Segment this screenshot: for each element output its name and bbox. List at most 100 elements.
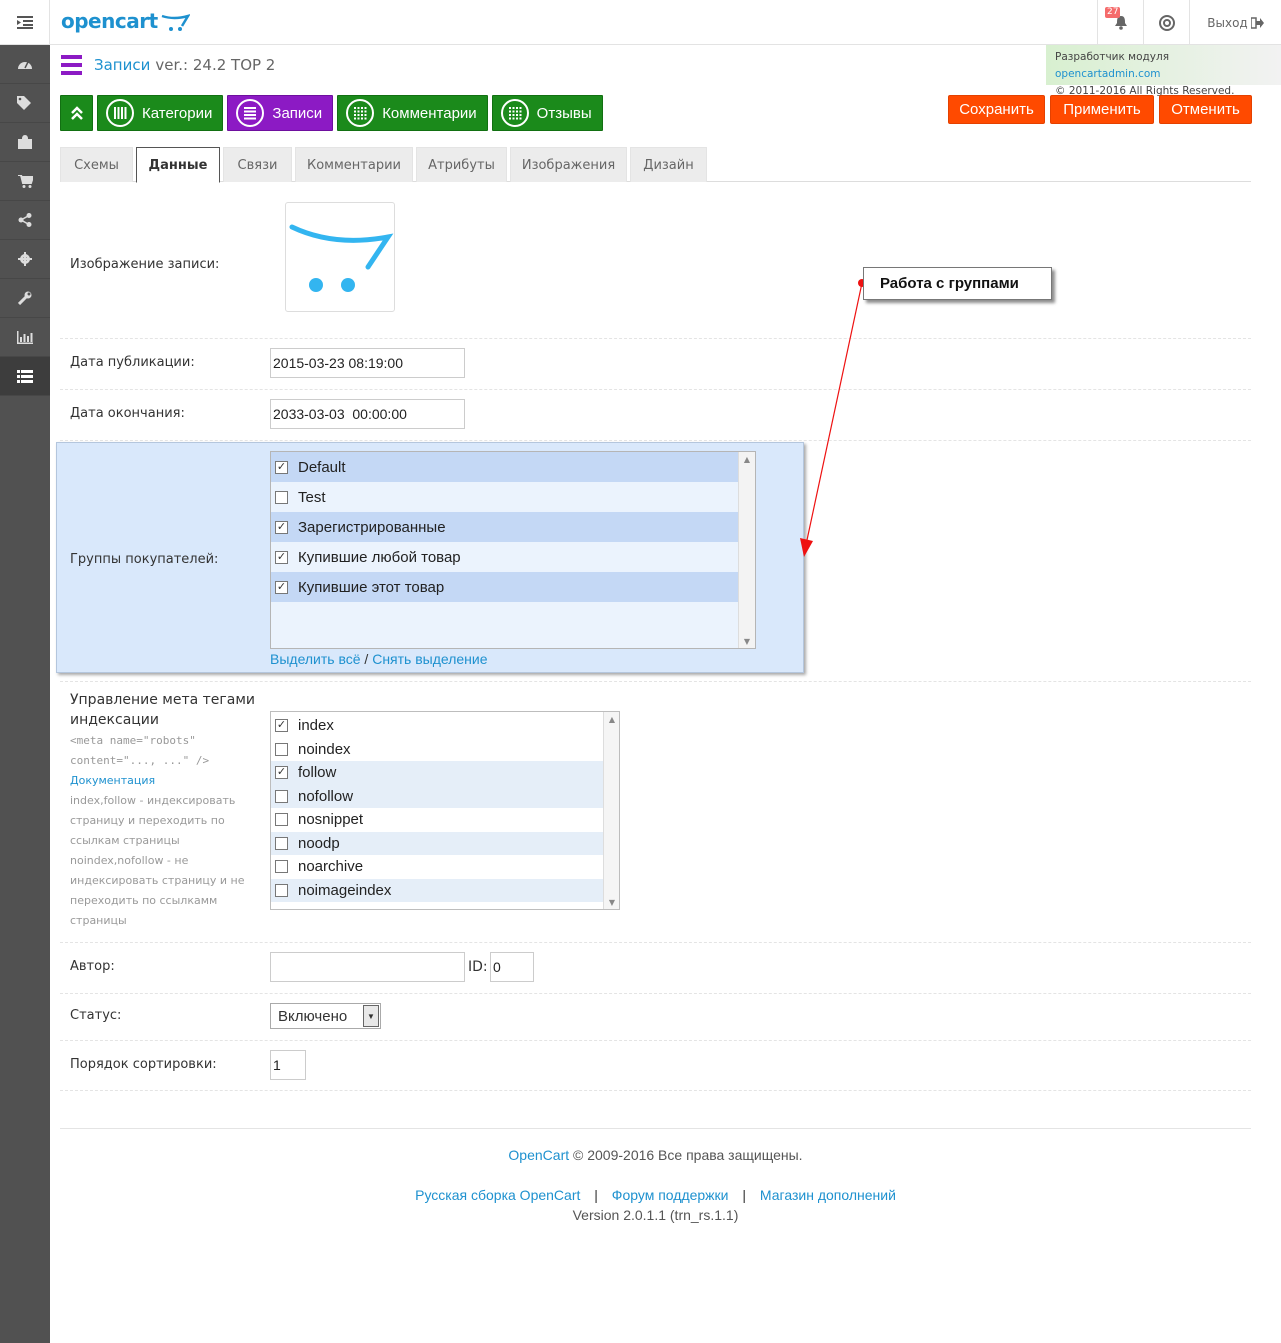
meta-checkbox[interactable]: [275, 742, 288, 756]
group-checkbox[interactable]: ✓: [275, 460, 288, 474]
sort-order-input[interactable]: 1: [270, 1050, 306, 1080]
sidebar-item-marketing[interactable]: [0, 201, 50, 240]
chevron-down-icon[interactable]: ▼: [363, 1005, 379, 1027]
hamburger-icon: [61, 55, 82, 75]
meta-checkbox[interactable]: ✓: [275, 719, 288, 733]
footer-copyright-text: © 2009-2016 Все права защищены.: [569, 1147, 803, 1163]
group-name: Купившие этот товар: [298, 578, 445, 596]
sidebar-item-tools[interactable]: [0, 279, 50, 318]
meta-tags-list[interactable]: ✓ index noindex ✓ follow nofollow nosnippe…: [270, 711, 620, 910]
scroll-up-arrow-icon[interactable]: ▲: [604, 712, 619, 726]
meta-checkbox[interactable]: ✓: [275, 766, 288, 780]
meta-item-noimageindex[interactable]: noimageindex: [271, 878, 603, 902]
meta-item-noindex[interactable]: noindex: [271, 738, 603, 762]
group-item-default[interactable]: ✓ Default: [271, 452, 739, 482]
nav-reviews-button[interactable]: Отзывы: [491, 95, 603, 131]
meta-checkbox[interactable]: [275, 860, 288, 874]
status-select[interactable]: Включено ▼: [270, 1003, 381, 1029]
tab-images[interactable]: Изображения: [510, 147, 627, 182]
sidebar-item-dashboard[interactable]: [0, 45, 50, 84]
footer-link-forum[interactable]: Форум поддержки: [612, 1187, 729, 1203]
meta-item-nosnippet[interactable]: nosnippet: [271, 808, 603, 832]
page-title-link[interactable]: Записи: [94, 56, 150, 74]
opencart-cart-image-icon: [289, 224, 394, 292]
row-divider: [60, 942, 1251, 943]
select-all-link[interactable]: Выделить всё: [270, 651, 361, 667]
nav-records-button[interactable]: Записи: [227, 95, 334, 131]
meta-documentation-link[interactable]: Документация: [70, 771, 265, 791]
apply-button[interactable]: Применить: [1050, 95, 1154, 124]
end-date-label: Дата окончания:: [70, 406, 185, 421]
meta-checkbox[interactable]: [275, 813, 288, 827]
row-divider: [60, 1040, 1251, 1041]
meta-item-index[interactable]: ✓ index: [271, 714, 603, 738]
sidebar-item-extensions[interactable]: [0, 123, 50, 162]
record-image-thumbnail[interactable]: [285, 202, 395, 312]
footer-link-russian-build[interactable]: Русская сборка OpenCart: [415, 1187, 580, 1203]
logout-button[interactable]: Выход: [1189, 0, 1281, 45]
deselect-link[interactable]: Снять выделение: [372, 651, 487, 667]
nav-records-label: Записи: [272, 104, 323, 122]
author-label: Автор:: [70, 959, 115, 974]
tab-design[interactable]: Дизайн: [630, 147, 707, 182]
sidebar-item-reports[interactable]: [0, 318, 50, 357]
scroll-down-arrow-icon[interactable]: ▼: [604, 895, 619, 909]
tab-links[interactable]: Связи: [223, 147, 292, 182]
group-item-bought-any[interactable]: ✓ Купившие любой товар: [271, 542, 739, 572]
footer-link-store[interactable]: Магазин дополнений: [760, 1187, 896, 1203]
footer-separator: |: [594, 1187, 598, 1203]
module-navigation: Категории Записи Комментарии Отзывы: [60, 95, 607, 131]
group-checkbox[interactable]: ✓: [275, 550, 288, 564]
meta-checkbox[interactable]: [275, 883, 288, 897]
customer-groups-list[interactable]: ✓ Default Test ✓ Зарегистрированные ✓ Ку…: [270, 451, 756, 649]
opencart-logo[interactable]: opencart: [61, 5, 190, 37]
help-button[interactable]: [1143, 0, 1189, 45]
end-date-input[interactable]: 2033-03-03 00:00:00: [270, 399, 465, 429]
meta-item-nofollow[interactable]: nofollow: [271, 784, 603, 808]
tab-schemes[interactable]: Схемы: [60, 147, 133, 182]
author-id-input[interactable]: 0: [490, 952, 534, 982]
pub-date-input[interactable]: 2015-03-23 08:19:00: [270, 348, 465, 378]
row-divider: [60, 681, 1251, 682]
footer-separator: |: [742, 1187, 747, 1203]
nav-categories-button[interactable]: Категории: [97, 95, 224, 131]
nav-reviews-label: Отзывы: [536, 104, 592, 122]
group-checkbox[interactable]: ✓: [275, 520, 288, 534]
group-checkbox[interactable]: ✓: [275, 580, 288, 594]
lines-icon: [236, 99, 265, 127]
groups-scrollbar[interactable]: ▲ ▼: [738, 452, 755, 648]
sidebar-item-catalog[interactable]: [0, 84, 50, 123]
tab-comments[interactable]: Комментарии: [295, 147, 413, 182]
meta-item-noarchive[interactable]: noarchive: [271, 855, 603, 879]
share-icon: [18, 213, 32, 227]
group-checkbox[interactable]: [275, 490, 288, 504]
menu-toggle-button[interactable]: [0, 0, 50, 45]
meta-item-noodp[interactable]: noodp: [271, 831, 603, 855]
group-item-test[interactable]: Test: [271, 482, 739, 512]
scroll-up-arrow-icon[interactable]: ▲: [739, 452, 755, 466]
meta-checkbox[interactable]: [275, 789, 288, 803]
sidebar-item-blog[interactable]: [0, 357, 50, 396]
group-name: Купившие любой товар: [298, 548, 461, 566]
callout-note: Работа с группами: [863, 267, 1052, 300]
sidebar-item-settings[interactable]: [0, 240, 50, 279]
meta-checkbox[interactable]: [275, 836, 288, 850]
tab-attributes[interactable]: Атрибуты: [416, 147, 507, 182]
group-item-bought-this[interactable]: ✓ Купившие этот товар: [271, 572, 739, 602]
row-divider: [60, 389, 1251, 390]
dev-note-link[interactable]: opencartadmin.com: [1055, 68, 1161, 80]
save-button[interactable]: Сохранить: [948, 95, 1045, 124]
collapse-up-button[interactable]: [60, 95, 93, 131]
scroll-down-arrow-icon[interactable]: ▼: [739, 634, 755, 648]
gear-icon: [18, 252, 32, 266]
meta-scrollbar[interactable]: ▲ ▼: [603, 712, 619, 909]
meta-item-follow[interactable]: ✓ follow: [271, 761, 603, 785]
author-input[interactable]: [270, 952, 465, 982]
sidebar-item-sales[interactable]: [0, 162, 50, 201]
nav-comments-button[interactable]: Комментарии: [337, 95, 488, 131]
tab-data[interactable]: Данные: [136, 147, 220, 183]
notifications-button[interactable]: 27: [1097, 0, 1143, 45]
cancel-button[interactable]: Отменить: [1159, 95, 1252, 124]
group-item-registered[interactable]: ✓ Зарегистрированные: [271, 512, 739, 542]
footer-opencart-link[interactable]: OpenCart: [508, 1147, 569, 1163]
